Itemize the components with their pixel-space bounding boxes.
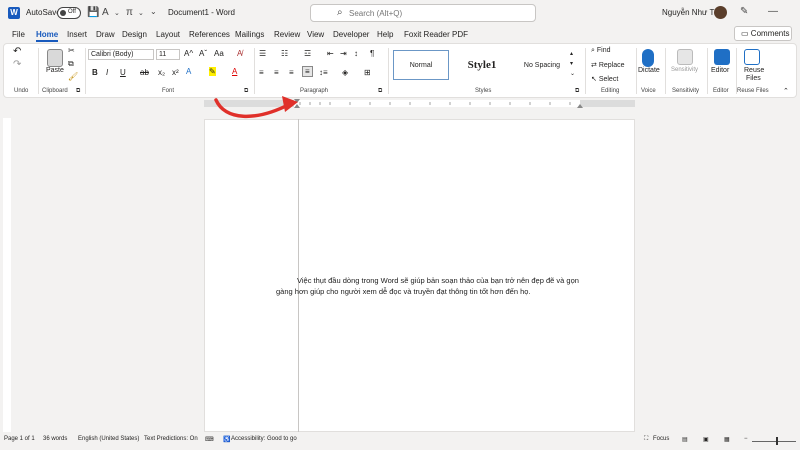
paragraph-line-1[interactable]: Việc thụt đầu dòng trong Word sẽ giúp bả… — [297, 276, 579, 285]
web-layout-icon[interactable]: ▦ — [724, 436, 730, 443]
focus-button[interactable]: Focus — [653, 436, 669, 442]
right-indent-marker[interactable] — [577, 104, 583, 108]
accessibility-icon: ♿ — [223, 437, 231, 443]
text-predictions-status[interactable]: Text Predictions: On — [144, 436, 198, 442]
vertical-ruler[interactable] — [3, 118, 11, 432]
read-mode-icon[interactable]: ▤ — [682, 436, 688, 443]
keyboard-icon[interactable]: ⌨ — [205, 436, 214, 443]
print-layout-icon[interactable]: ▣ — [703, 436, 709, 443]
ruler-ticks — [294, 99, 583, 108]
page-count[interactable]: Page 1 of 1 — [4, 436, 35, 442]
zoom-out-icon[interactable]: − — [744, 436, 748, 442]
accessibility-status[interactable]: Accessibility: Good to go — [231, 436, 297, 442]
zoom-slider[interactable] — [752, 441, 796, 442]
focus-icon: ⛶ — [644, 436, 649, 442]
paragraph-line-2[interactable]: gàng hơn giúp cho người xem dễ đọc và tr… — [276, 287, 531, 296]
hanging-indent-marker[interactable] — [294, 104, 300, 108]
status-bar: Page 1 of 1 36 words English (United Sta… — [0, 432, 800, 450]
first-line-indent-marker[interactable] — [294, 99, 300, 103]
zoom-slider-thumb[interactable] — [776, 437, 778, 445]
language-status[interactable]: English (United States) — [78, 436, 139, 442]
word-count[interactable]: 36 words — [43, 436, 67, 442]
